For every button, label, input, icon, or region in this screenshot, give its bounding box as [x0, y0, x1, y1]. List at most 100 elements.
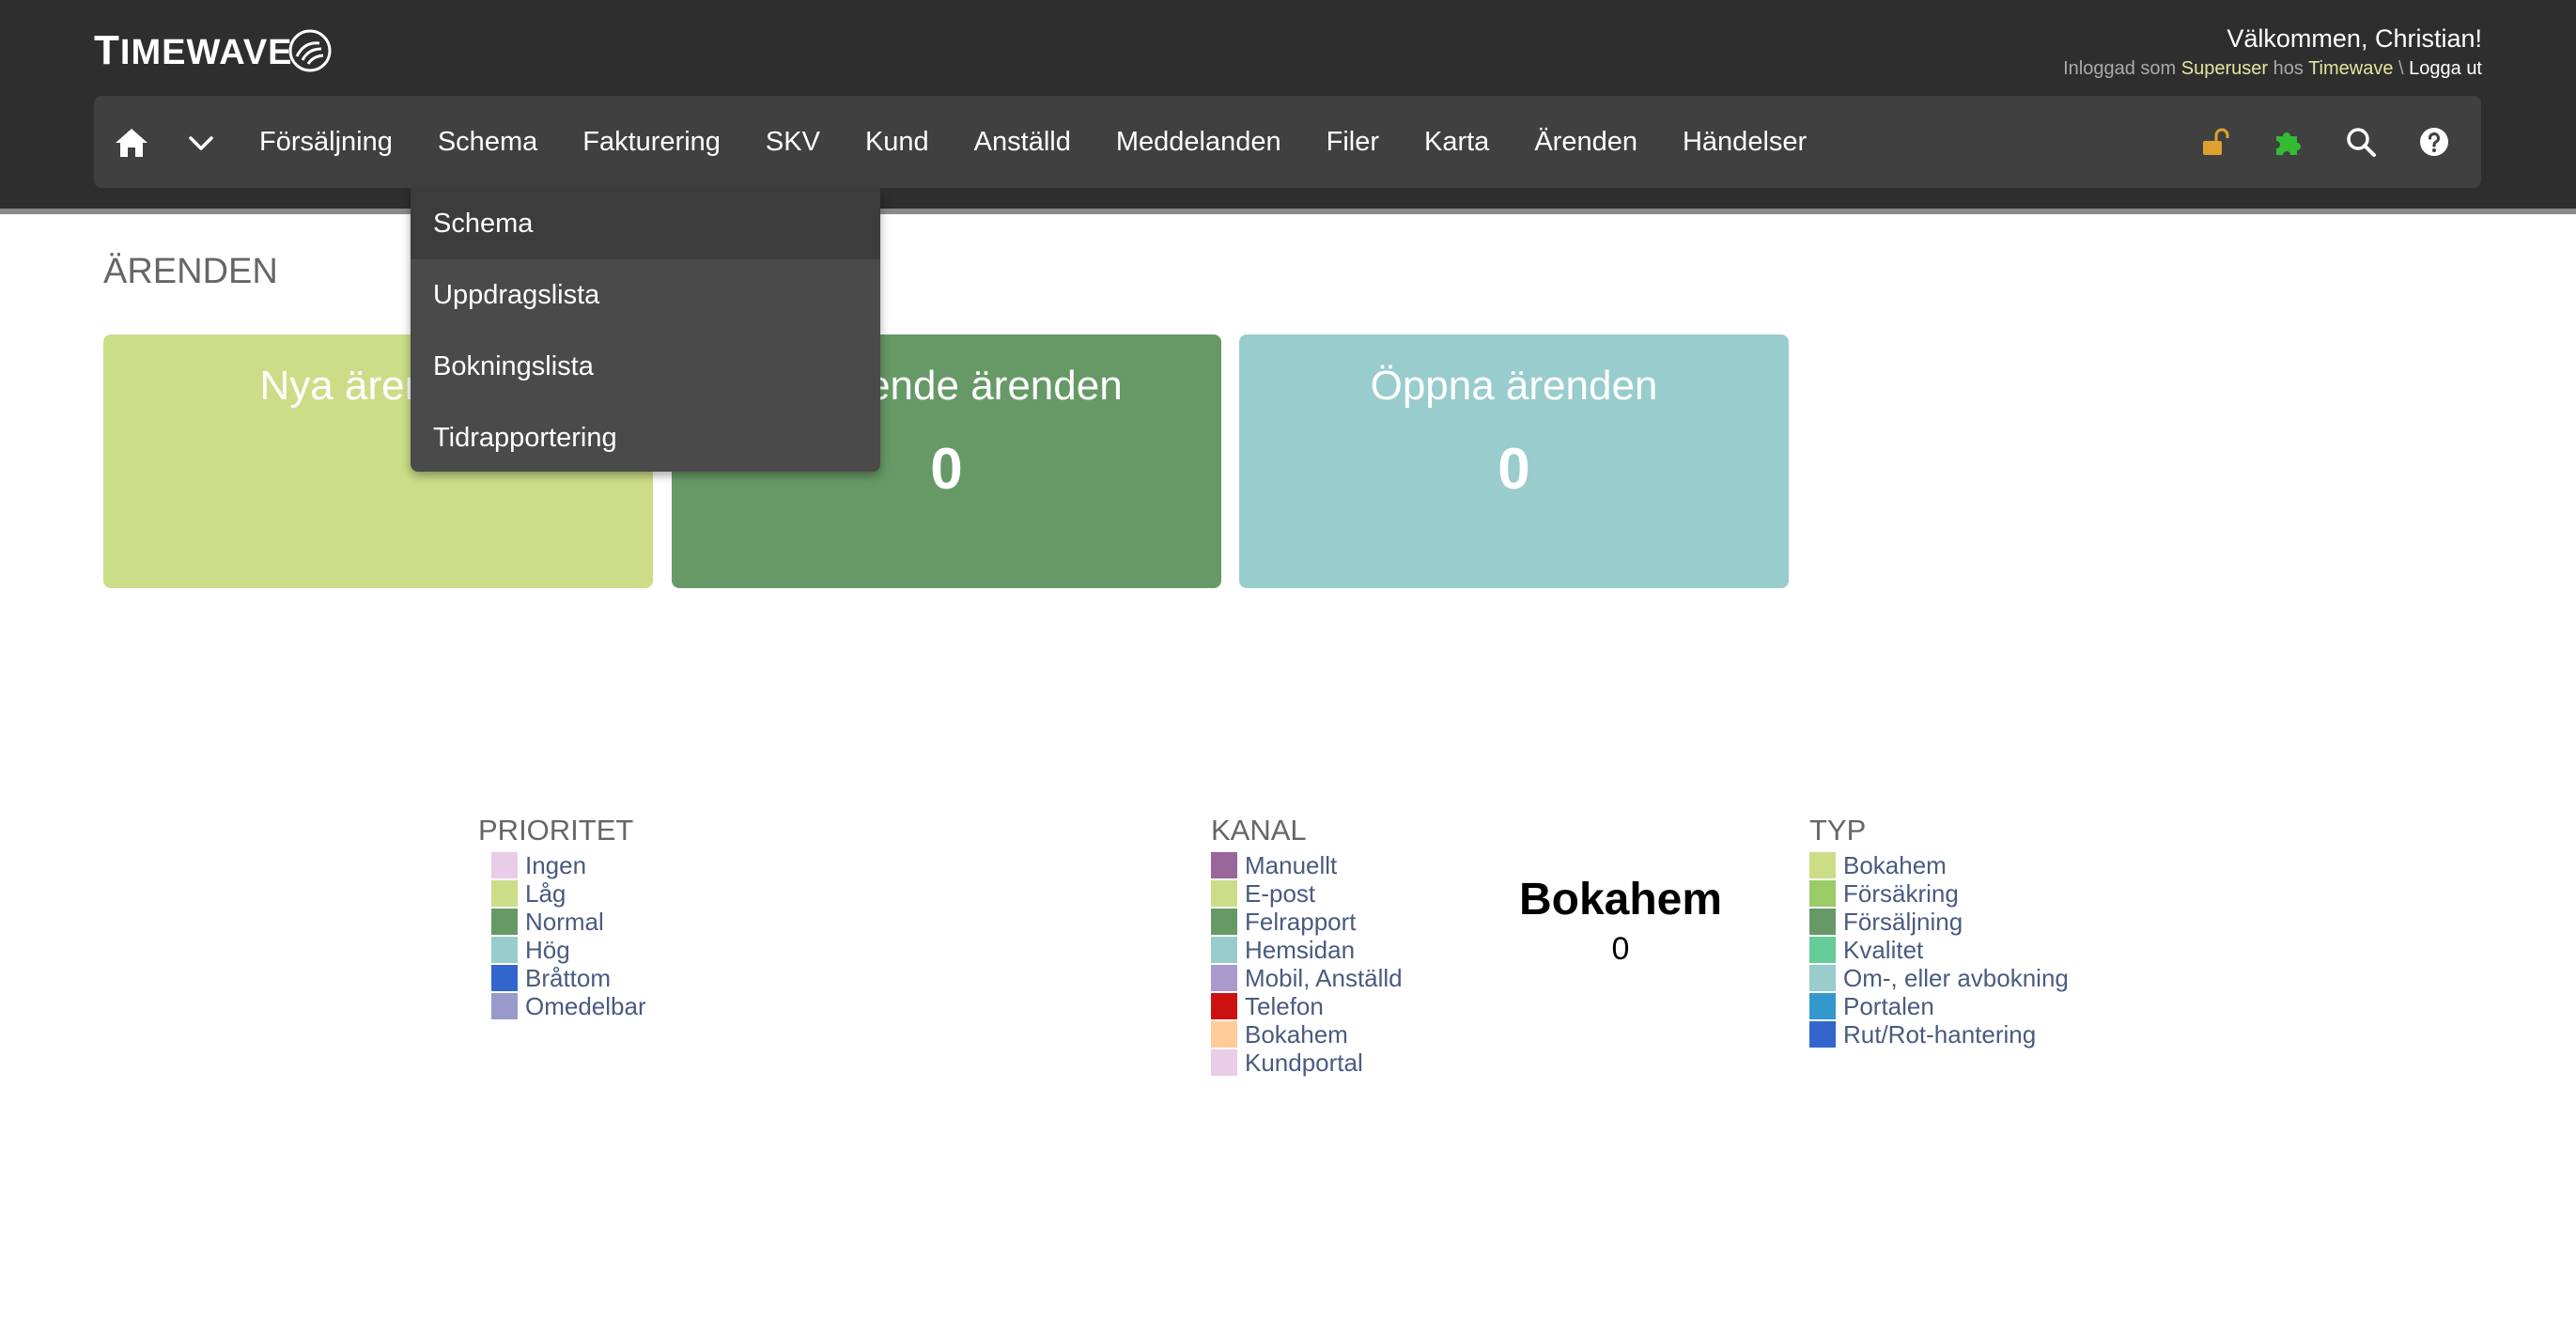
nav-item-fakturering[interactable]: Fakturering [582, 127, 721, 158]
login-company-link[interactable]: Timewave [2308, 58, 2393, 79]
legend-label: Kundportal [1245, 1048, 1363, 1077]
legend-item[interactable]: Mobil, Anställd [1211, 964, 1403, 992]
legend-list: Manuellt E-post Felrapport Hemsidan Mobil, A… [1211, 851, 1403, 1077]
legend-swatch [1211, 909, 1237, 935]
legend-label: Om-, eller avbokning [1843, 963, 2069, 992]
legend-item[interactable]: Låg [491, 879, 646, 908]
legend-swatch [491, 965, 518, 991]
legend-item[interactable]: Om-, eller avbokning [1809, 964, 2069, 992]
login-mid: hos [2273, 58, 2304, 79]
legend-label: Hemsidan [1245, 935, 1356, 964]
legend-item[interactable]: Bokahem [1809, 851, 2069, 879]
nav-item-skv[interactable]: SKV [766, 127, 820, 158]
legend-swatch [1211, 1021, 1237, 1048]
legend-typ: TYP Bokahem Försäkring Försäljning Kvalitet… [1809, 814, 2069, 1049]
legend-title: PRIORITET [478, 814, 634, 847]
legend-item[interactable]: Kundportal [1211, 1049, 1403, 1077]
search-icon[interactable] [2340, 121, 2382, 163]
nav-item-filer[interactable]: Filer [1327, 127, 1379, 158]
legend-swatch [491, 909, 518, 935]
legend-item[interactable]: E-post [1211, 879, 1403, 908]
dropdown-item-tidrapportering[interactable]: Tidrapportering [411, 402, 880, 474]
nav-item-kund[interactable]: Kund [865, 127, 929, 158]
legend-swatch [1211, 1049, 1237, 1076]
legend-prioritet: PRIORITET Ingen Låg Normal Hög Bråttom Omedel… [478, 814, 646, 1020]
nav-item-forsaljning[interactable]: Försäljning [259, 127, 393, 158]
legend-label: Manuellt [1245, 850, 1338, 879]
center-stat-title: Bokahem [1518, 875, 1723, 924]
top-header: TIMEWAVE Välkommen, Christian! Inloggad … [0, 0, 2576, 214]
legend-item[interactable]: Portalen [1809, 992, 2069, 1020]
stat-card-oppna[interactable]: Öppna ärenden 0 [1239, 334, 1789, 588]
legend-item[interactable]: Rut/Rot-hantering [1809, 1020, 2069, 1049]
page-title: ÄRENDEN [103, 252, 278, 291]
dropdown-item-schema[interactable]: Schema [411, 188, 880, 259]
unlock-icon[interactable] [2194, 121, 2235, 163]
center-stat-count: 0 [1611, 931, 1630, 967]
login-role-link[interactable]: Superuser [2181, 58, 2268, 79]
nav-item-meddelanden[interactable]: Meddelanden [1116, 127, 1281, 158]
nav-item-anstalld[interactable]: Anställd [974, 127, 1071, 158]
dropdown-item-bokningslista[interactable]: Bokningslista [411, 331, 880, 402]
legend-item[interactable]: Normal [491, 908, 646, 936]
legend-label: Felrapport [1245, 907, 1357, 936]
legend-label: Bråttom [525, 963, 612, 992]
legend-title: TYP [1809, 814, 1867, 847]
legend-swatch [1211, 880, 1237, 907]
legend-item[interactable]: Kvalitet [1809, 936, 2069, 964]
legend-label: Försäljning [1843, 907, 1963, 936]
legend-swatch [1211, 937, 1237, 963]
legend-item[interactable]: Hög [491, 936, 646, 964]
legend-swatch [1211, 965, 1237, 991]
logo-text-first: T [94, 27, 120, 73]
legend-swatch [1211, 852, 1237, 878]
chevron-down-icon[interactable] [186, 128, 216, 158]
logout-link[interactable]: Logga ut [2409, 58, 2482, 79]
schema-dropdown-menu: Schema Uppdragslista Bokningslista Tidra… [411, 188, 880, 472]
legend-item[interactable]: Bråttom [491, 964, 646, 992]
dropdown-item-uppdragslista[interactable]: Uppdragslista [411, 259, 880, 331]
legend-item[interactable]: Manuellt [1211, 851, 1403, 879]
legend-swatch [1809, 993, 1836, 1019]
legend-item[interactable]: Bokahem [1211, 1020, 1403, 1049]
nav-item-karta[interactable]: Karta [1424, 127, 1489, 158]
legend-list: Ingen Låg Normal Hög Bråttom Omedelbar [478, 851, 646, 1020]
legend-swatch [491, 880, 518, 907]
legend-list: Bokahem Försäkring Försäljning Kvalitet Om-,… [1809, 851, 2069, 1049]
legend-item[interactable]: Försäkring [1809, 879, 2069, 908]
login-prefix: Inloggad som [2063, 58, 2177, 79]
legend-swatch [1809, 880, 1836, 907]
legend-label: Portalen [1843, 991, 1934, 1020]
legend-label: Bokahem [1843, 850, 1947, 879]
login-separator: \ [2398, 58, 2404, 79]
nav-item-arenden[interactable]: Ärenden [1534, 127, 1637, 158]
legend-swatch [491, 852, 518, 878]
legend-swatch [491, 937, 518, 963]
legend-swatch [1211, 993, 1237, 1019]
legend-item[interactable]: Omedelbar [491, 992, 646, 1020]
legend-item[interactable]: Ingen [491, 851, 646, 879]
legend-label: Omedelbar [525, 991, 646, 1020]
nav-item-schema[interactable]: Schema [438, 127, 537, 158]
legend-swatch [1809, 852, 1836, 878]
home-icon[interactable] [113, 124, 150, 162]
help-icon[interactable] [2413, 121, 2455, 163]
card-title: Öppna ärenden [1370, 363, 1658, 409]
legend-label: Rut/Rot-hantering [1843, 1019, 2037, 1049]
legend-label: Försäkring [1843, 878, 1959, 908]
main-navbar: Försäljning Schema Fakturering SKV Kund … [94, 96, 2481, 188]
legend-swatch [1809, 1021, 1836, 1048]
center-stat: Bokahem 0 [1503, 874, 1738, 968]
legend-item[interactable]: Felrapport [1211, 908, 1403, 936]
legend-label: E-post [1245, 878, 1316, 908]
timewave-logo[interactable]: TIMEWAVE [94, 26, 333, 75]
legend-label: Hög [525, 935, 570, 964]
legend-item[interactable]: Telefon [1211, 992, 1403, 1020]
legend-item[interactable]: Försäljning [1809, 908, 2069, 936]
legend-item[interactable]: Hemsidan [1211, 936, 1403, 964]
puzzle-icon[interactable] [2267, 121, 2308, 163]
card-count: 0 [1497, 437, 1530, 502]
nav-item-handelser[interactable]: Händelser [1683, 127, 1807, 158]
nav-right-icons [2162, 121, 2455, 163]
welcome-text: Välkommen, Christian! [2227, 24, 2482, 53]
